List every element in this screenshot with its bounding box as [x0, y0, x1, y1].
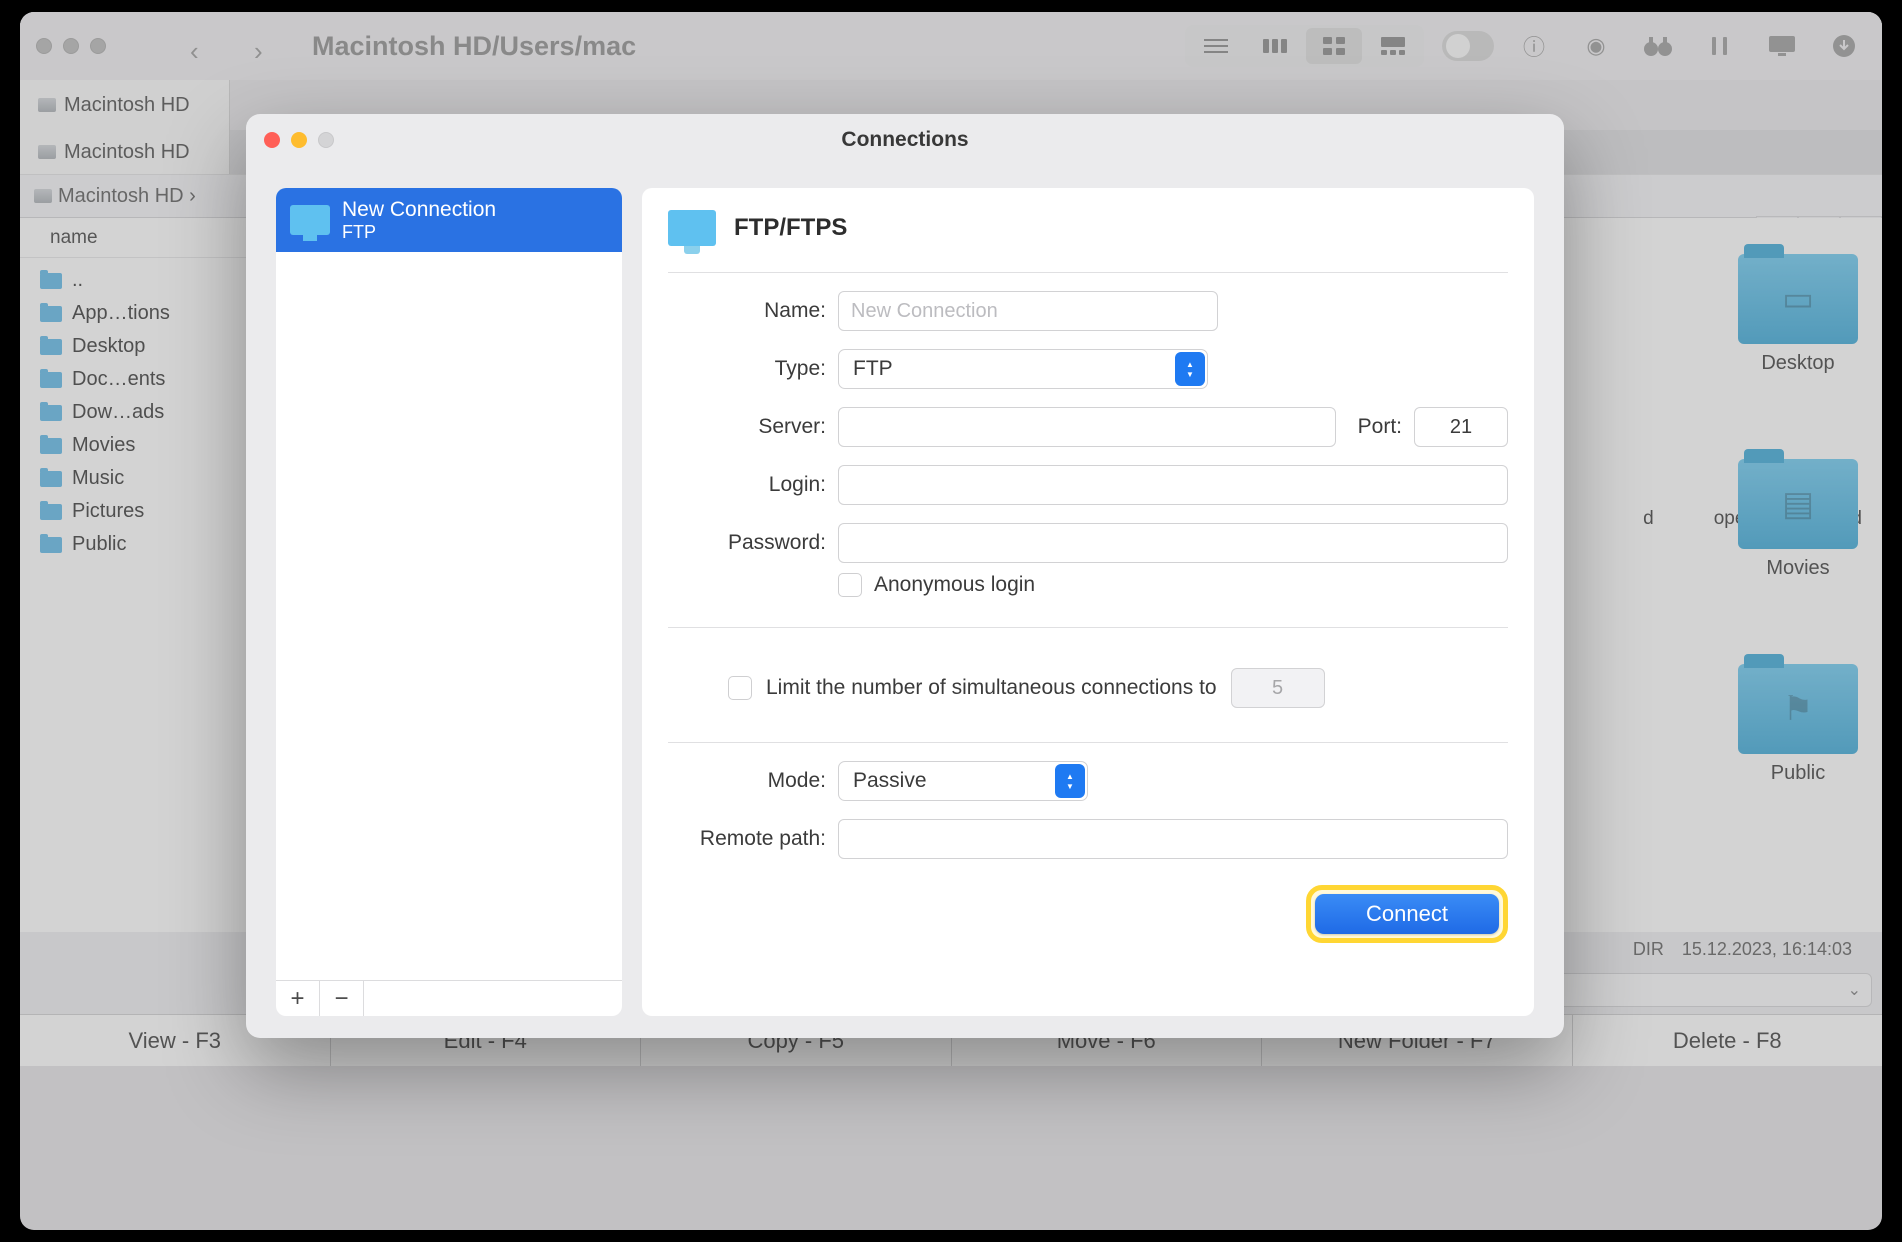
tab-left-2[interactable]: Macintosh HD — [20, 130, 230, 174]
download-icon[interactable] — [1822, 28, 1866, 64]
folder-icon — [40, 537, 62, 553]
modal-titlebar: Connections — [246, 114, 1564, 166]
path-segment[interactable]: Macintosh HD › — [58, 185, 196, 208]
minimize-window-button[interactable] — [63, 38, 79, 54]
grid-folder[interactable]: ⚑ Public — [1738, 664, 1858, 785]
connect-button[interactable]: Connect — [1315, 894, 1499, 934]
binoculars-icon[interactable] — [1636, 28, 1680, 64]
public-folder-icon: ⚑ — [1783, 689, 1813, 729]
display-icon[interactable] — [1760, 28, 1804, 64]
disk-icon — [38, 145, 56, 159]
name-field[interactable] — [838, 291, 1218, 331]
modal-close-button[interactable] — [264, 132, 280, 148]
port-field[interactable] — [1414, 407, 1508, 447]
disk-icon — [34, 189, 52, 203]
ftp-icon — [668, 210, 716, 246]
add-connection-button[interactable]: + — [276, 981, 320, 1016]
view-gallery-button[interactable] — [1365, 28, 1421, 64]
maximize-window-button[interactable] — [90, 38, 106, 54]
close-window-button[interactable] — [36, 38, 52, 54]
remote-path-field[interactable] — [838, 819, 1508, 859]
view-icons-button[interactable] — [1306, 28, 1362, 64]
delete-f8-button[interactable]: Delete - F8 — [1573, 1015, 1883, 1066]
nav-forward-button[interactable]: › — [254, 36, 274, 56]
folder-icon — [40, 372, 62, 388]
preview-icon[interactable]: ◉ — [1574, 28, 1618, 64]
settings-icon[interactable] — [1698, 28, 1742, 64]
folder-icon — [40, 405, 62, 421]
view-mode-group — [1185, 25, 1424, 67]
server-field[interactable] — [838, 407, 1336, 447]
modal-minimize-button[interactable] — [291, 132, 307, 148]
password-field[interactable] — [838, 523, 1508, 563]
folder-icon — [40, 339, 62, 355]
chevron-updown-icon: ▲▼ — [1175, 352, 1205, 386]
chevron-updown-icon: ▲▼ — [1055, 764, 1085, 798]
anonymous-login-checkbox[interactable] — [838, 573, 862, 597]
connections-sidebar: New Connection FTP + − — [276, 188, 622, 1016]
connection-icon — [290, 205, 330, 235]
modal-maximize-button[interactable] — [318, 132, 334, 148]
limit-connections-field — [1231, 668, 1325, 708]
folder-icon — [40, 273, 62, 289]
disk-icon — [38, 98, 56, 112]
folder-icon — [40, 471, 62, 487]
grid-folder[interactable]: ▤ Movies — [1738, 459, 1858, 580]
main-toolbar: ‹ › Macintosh HD/Users/mac ⓘ ◉ — [20, 12, 1882, 80]
modal-title: Connections — [841, 128, 968, 152]
type-select[interactable]: FTP ▲▼ — [838, 349, 1208, 389]
dual-pane-toggle[interactable] — [1442, 31, 1494, 61]
folder-icon — [40, 306, 62, 322]
traffic-lights — [36, 38, 106, 54]
login-field[interactable] — [838, 465, 1508, 505]
nav-back-button[interactable]: ‹ — [190, 36, 210, 56]
remove-connection-button[interactable]: − — [320, 981, 364, 1016]
view-list-button[interactable] — [1188, 28, 1244, 64]
column-name[interactable]: name — [50, 227, 98, 249]
connection-form-panel: FTP/FTPS Name: Type: FTP ▲▼ Server: Port… — [642, 188, 1534, 1016]
limit-connections-checkbox[interactable] — [728, 676, 752, 700]
mode-select[interactable]: Passive ▲▼ — [838, 761, 1088, 801]
folder-icon — [40, 438, 62, 454]
movies-folder-icon: ▤ — [1782, 484, 1814, 524]
connections-modal: Connections New Connection FTP + − — [246, 114, 1564, 1038]
tab-left-1[interactable]: Macintosh HD — [20, 80, 230, 130]
connection-item[interactable]: New Connection FTP — [276, 188, 622, 252]
breadcrumb: Macintosh HD/Users/mac — [312, 31, 636, 62]
info-icon[interactable]: ⓘ — [1512, 28, 1556, 64]
panel-title: FTP/FTPS — [734, 214, 847, 242]
desktop-folder-icon: ▭ — [1782, 279, 1814, 319]
grid-folder[interactable]: ▭ Desktop — [1738, 254, 1858, 375]
folder-icon — [40, 504, 62, 520]
view-columns-button[interactable] — [1247, 28, 1303, 64]
connect-highlight: Connect — [1306, 885, 1508, 943]
